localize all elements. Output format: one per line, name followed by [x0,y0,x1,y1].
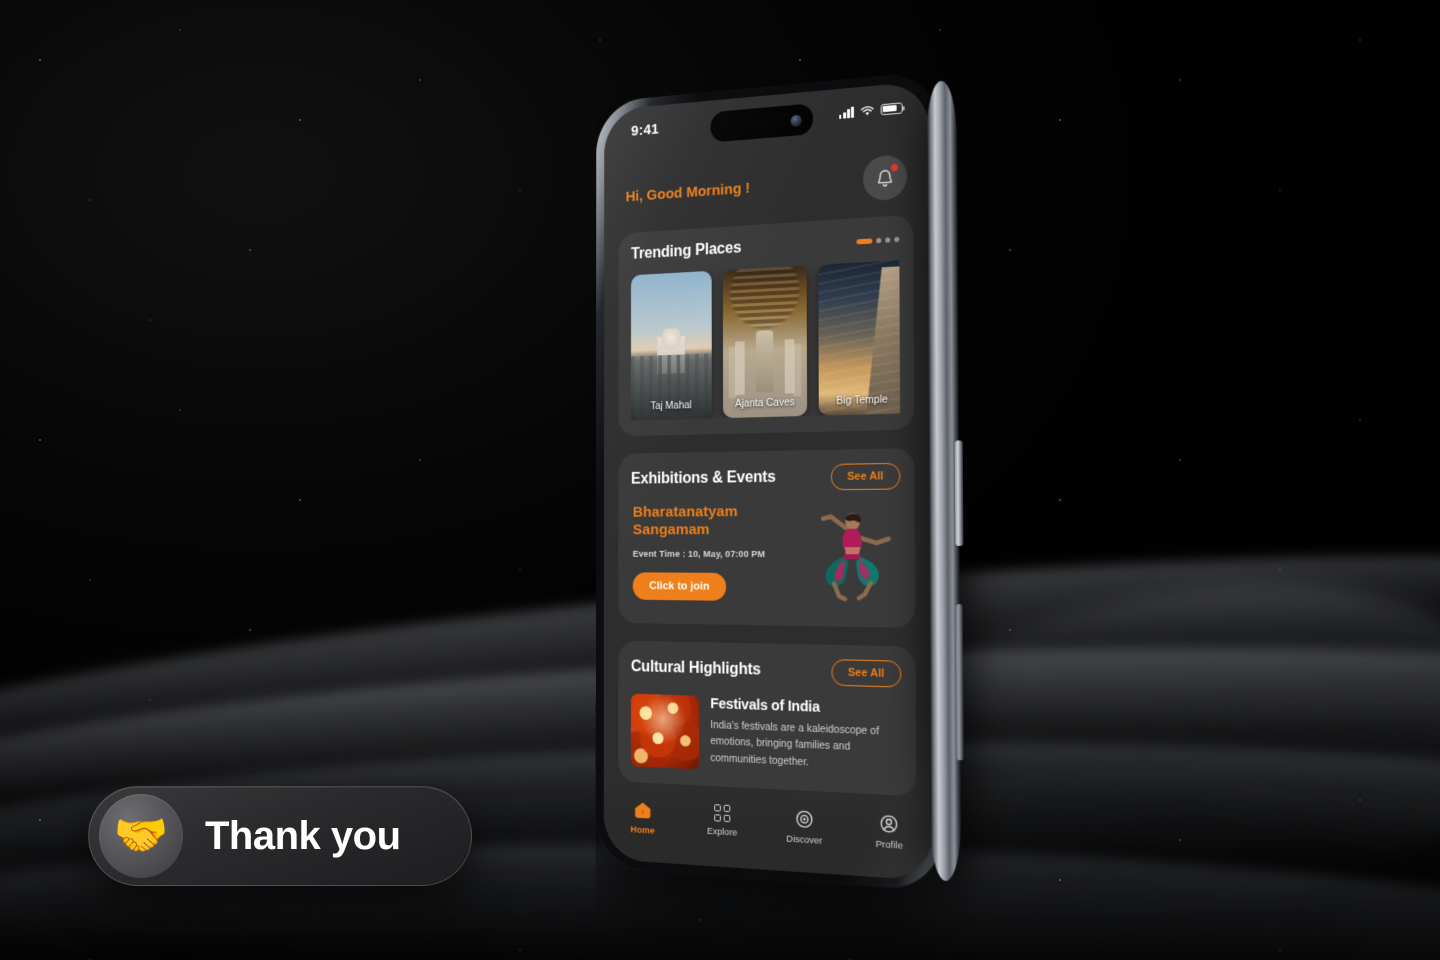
greeting-text: Hi, Good Morning ! [625,179,750,205]
signal-bars-icon [839,106,854,119]
power-button[interactable] [954,440,964,547]
exhibitions-see-all-button[interactable]: See All [830,462,901,491]
trending-places-carousel[interactable]: Taj Mahal Ajanta Caves Big Temple [630,260,901,421]
pagination-dot[interactable] [894,236,900,242]
tab-label: Profile [875,838,903,852]
pagination-dot[interactable] [885,236,891,243]
phone-mockup: 9:41 Hi, Good Morning ! Trending Places … [560,60,980,920]
cultural-item[interactable]: Festivals of India India's festivals are… [630,693,902,779]
tab-label: Explore [706,825,738,839]
place-card-big-temple[interactable]: Big Temple [818,260,901,416]
screenshot-stage: 🤝 Thank you 9:41 Hi, Good Morning ! Tren… [0,0,1440,960]
event-title-line-1: Bharatanatyam [632,503,738,521]
place-card-label: Taj Mahal [650,399,692,413]
phone-screen: 9:41 Hi, Good Morning ! Trending Places … [603,80,934,881]
thank-you-label: Thank you [205,813,401,858]
volume-buttons[interactable] [955,604,964,761]
bottom-tab-bar: Home Explore Discover Profile [603,788,934,881]
cultural-item-description: India's festivals are a kaleidoscope of … [710,719,880,768]
pagination-dot[interactable] [876,237,882,243]
carousel-pagination[interactable] [856,236,900,244]
place-card-taj-mahal[interactable]: Taj Mahal [630,270,712,421]
phone-body: 9:41 Hi, Good Morning ! Trending Places … [595,70,943,891]
cultural-item-title: Festivals of India [710,696,820,716]
handshake-emoji: 🤝 [113,811,169,860]
user-circle-icon [879,813,899,835]
trending-places-card: Trending Places Taj Mahal Ajanta Caves B… [618,214,915,437]
click-to-join-button[interactable]: Click to join [632,571,727,601]
event-time: Event Time : 10, May, 07:00 PM [632,548,766,560]
notification-button[interactable] [863,153,908,202]
trending-title: Trending Places [631,239,742,263]
place-card-ajanta-caves[interactable]: Ajanta Caves [722,265,808,419]
tab-home[interactable]: Home [612,799,674,838]
status-time: 9:41 [631,120,659,140]
thank-you-badge: 🤝 Thank you [88,786,472,886]
ajanta-caves-photo [722,265,808,419]
tab-discover[interactable]: Discover [771,807,838,848]
big-temple-photo [818,260,901,416]
grid-icon [713,804,731,823]
exhibitions-title: Exhibitions & Events [630,468,776,488]
exhibitions-card: Exhibitions & Events See All Bharatanaty… [618,448,916,628]
cultural-title: Cultural Highlights [630,658,761,679]
event-title-line-2: Sangamam [632,521,710,539]
wifi-icon [860,104,875,115]
home-icon [634,802,651,819]
compass-icon [794,808,814,830]
bharatanatyam-dancer-photo [802,498,902,611]
cultural-see-all-button[interactable]: See All [831,659,902,688]
handshake-icon: 🤝 [99,794,183,878]
battery-icon [880,101,903,115]
notification-badge-dot [890,163,898,172]
tab-label: Home [630,824,655,837]
tab-explore[interactable]: Explore [690,803,754,840]
pagination-active-dot[interactable] [856,237,873,244]
cultural-highlights-card: Cultural Highlights See All Festivals of… [618,640,917,797]
tab-label: Discover [786,833,823,847]
tab-profile[interactable]: Profile [855,812,924,853]
place-card-label: Ajanta Caves [735,396,795,410]
diya-lamps-photo [630,693,700,770]
place-card-label: Big Temple [836,393,888,408]
screen-content[interactable]: Hi, Good Morning ! Trending Places Taj M… [604,124,933,881]
bell-icon [875,166,895,189]
